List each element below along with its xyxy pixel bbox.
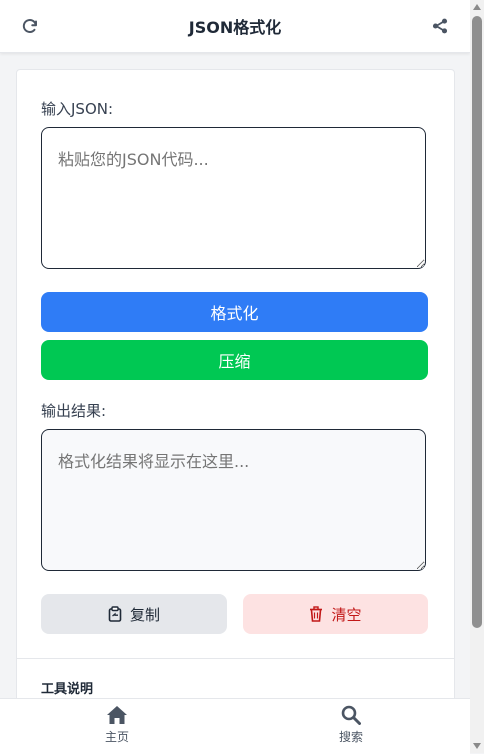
compress-button[interactable]: 压缩 [41,340,428,380]
refresh-icon [22,19,37,33]
format-button[interactable]: 格式化 [41,292,428,332]
nav-search-label: 搜索 [338,730,363,744]
nav-home-label: 主页 [104,730,129,744]
scroll-up-arrow-icon[interactable] [473,4,481,10]
share-icon [432,18,448,34]
scroll-down-arrow-icon[interactable] [473,743,481,749]
trash-icon [310,606,323,622]
tool-description-title: 工具说明 [41,682,94,697]
bottom-nav: 主页 搜索 [0,698,470,754]
clear-button-label: 清空 [331,605,362,624]
nav-search[interactable]: 搜索 [321,705,381,745]
share-button[interactable] [430,16,450,36]
scrollbar-thumb[interactable] [472,16,482,628]
clipboard-icon [108,606,122,622]
nav-home[interactable]: 主页 [87,705,147,745]
json-tool-card: 输入JSON: 格式化 压缩 输出结果: 复制 清空 工具说明 [16,69,455,731]
json-input[interactable] [41,127,426,269]
copy-button-label: 复制 [129,605,160,624]
copy-button[interactable]: 复制 [41,594,227,634]
scrollbar[interactable] [470,0,484,753]
search-icon [341,705,361,725]
refresh-button[interactable] [20,16,40,36]
page-title: JSON格式化 [188,18,282,37]
app-header: JSON格式化 [0,0,470,53]
section-divider [17,658,454,659]
input-label: 输入JSON: [41,100,114,118]
home-icon [107,706,127,724]
clear-button[interactable]: 清空 [243,594,428,634]
output-label: 输出结果: [41,402,107,420]
json-output[interactable] [41,429,426,571]
